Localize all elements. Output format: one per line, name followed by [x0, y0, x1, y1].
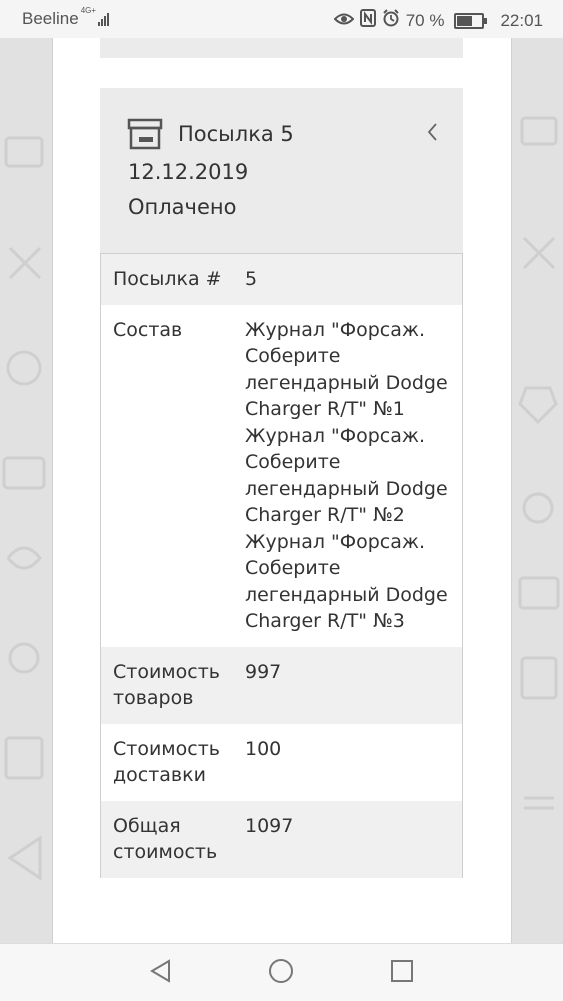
- previous-parcel-card[interactable]: [100, 38, 463, 58]
- row-value: 100: [245, 723, 463, 801]
- alarm-icon: [382, 9, 400, 32]
- carrier-name: Beeline: [22, 9, 79, 28]
- table-row: Общая стоимость 1097: [100, 800, 463, 878]
- composition-list: Журнал "Форсаж. Соберите легендарный Dod…: [245, 304, 463, 647]
- composition-item: Журнал "Форсаж. Соберите легендарный Dod…: [245, 318, 448, 421]
- row-value: 1097: [245, 800, 463, 878]
- back-icon[interactable]: [148, 958, 174, 988]
- signal-icon: [98, 12, 110, 26]
- table-row: Посылка # 5: [100, 254, 463, 305]
- parcel-card-header[interactable]: Посылка 5 12.12.2019 Оплачено: [100, 88, 463, 254]
- home-icon[interactable]: [268, 958, 294, 988]
- eye-icon: [333, 11, 355, 31]
- background-pattern-left: [0, 38, 52, 943]
- row-value: 5: [245, 254, 463, 305]
- parcel-card: Посылка 5 12.12.2019 Оплачено Посылка # …: [100, 88, 463, 943]
- composition-item: Журнал "Форсаж. Соберите легендарный Dod…: [245, 530, 448, 633]
- status-bar: Beeline 4G+ 70 % 22:01: [0, 0, 563, 38]
- recents-icon[interactable]: [389, 958, 415, 988]
- row-label: Посылка #: [100, 254, 245, 305]
- table-row: Стоимость товаров 997: [100, 646, 463, 724]
- clock: 22:01: [500, 10, 543, 30]
- carrier-info: Beeline 4G+: [22, 6, 110, 29]
- background-pattern-right: [512, 38, 563, 943]
- row-label: Общая стоимость: [100, 800, 245, 878]
- row-label: Стоимость товаров: [100, 646, 245, 724]
- row-label: Состав: [100, 304, 245, 647]
- nfc-icon: [359, 9, 376, 32]
- chevron-left-icon[interactable]: [425, 120, 439, 148]
- table-row: Стоимость доставки 100: [100, 723, 463, 801]
- row-label: Стоимость доставки: [100, 723, 245, 801]
- parcel-title: Посылка 5: [178, 122, 294, 146]
- battery-percent: 70 %: [405, 10, 445, 30]
- table-row: Состав Журнал "Форсаж. Соберите легендар…: [100, 304, 463, 647]
- parcel-date: 12.12.2019: [128, 160, 249, 184]
- box-icon: [127, 118, 163, 154]
- parcel-status: Оплачено: [128, 195, 237, 219]
- status-icons: 70 % 22:01: [333, 9, 543, 32]
- network-type: 4G+: [80, 6, 97, 15]
- battery-icon: [454, 12, 488, 29]
- navigation-bar: [0, 943, 563, 1001]
- row-value: 997: [245, 646, 463, 724]
- parcel-details-table: Посылка # 5 Состав Журнал "Форсаж. Собер…: [100, 254, 463, 878]
- composition-item: Журнал "Форсаж. Соберите легендарный Dod…: [245, 424, 448, 527]
